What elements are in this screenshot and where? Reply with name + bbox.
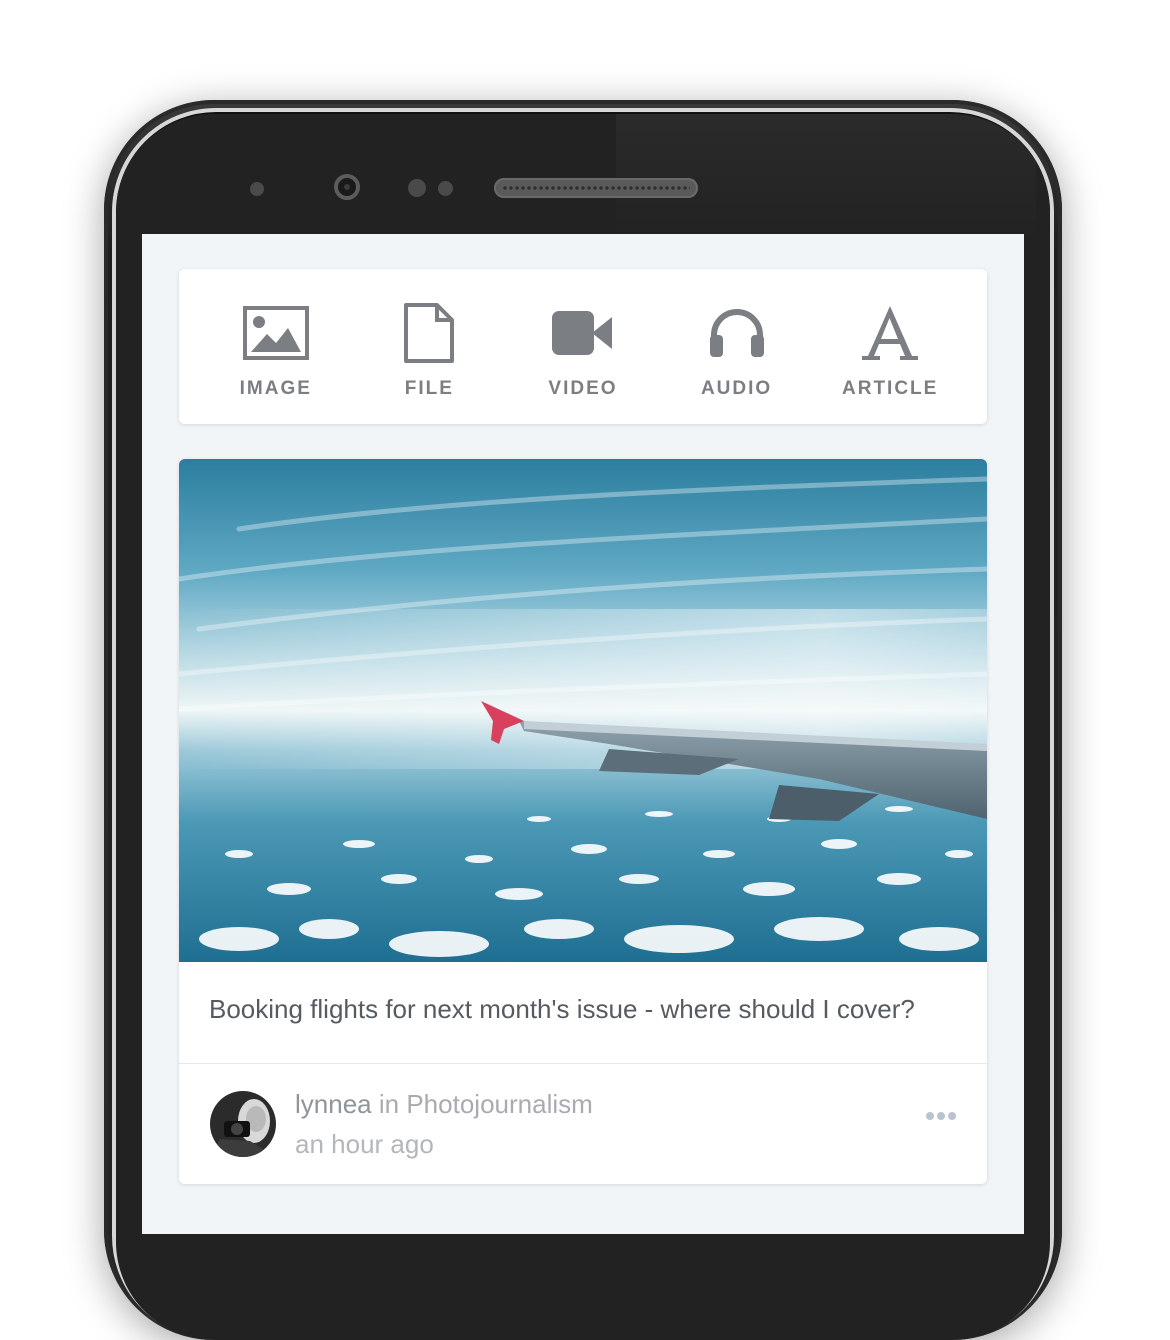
proximity-sensor [250,182,264,196]
video-label: VIDEO [548,378,618,399]
earpiece-speaker [494,178,698,198]
post-attribution: lynnea in Photojournalism [295,1089,593,1120]
app-screen: IMAGE FILE VIDEO AUDIO ARTICLE Booking f… [142,234,1024,1234]
image-icon [242,302,309,364]
more-dots-icon[interactable] [924,1109,958,1123]
audio-post-button[interactable]: AUDIO [667,269,807,400]
file-icon [403,302,455,364]
post-card[interactable]: Booking flights for next month's issue -… [179,459,987,1184]
post-timestamp: an hour ago [295,1129,434,1159]
article-label: ARTICLE [842,378,939,399]
article-post-button[interactable]: ARTICLE [820,269,960,400]
post-photo[interactable] [179,459,987,962]
community-link[interactable]: Photojournalism [406,1089,592,1119]
article-letter-a-icon [860,302,920,364]
image-post-button[interactable]: IMAGE [206,269,346,400]
video-post-button[interactable]: VIDEO [513,269,653,400]
light-sensor-2 [438,181,453,196]
author-avatar[interactable] [210,1091,276,1157]
video-camera-icon [551,302,614,364]
file-label: FILE [404,378,454,399]
light-sensor-1 [408,179,426,197]
author-name[interactable]: lynnea [295,1089,372,1119]
post-caption: Booking flights for next month's issue -… [209,994,915,1024]
file-post-button[interactable]: FILE [359,269,499,400]
in-word: in [378,1089,400,1119]
audio-label: AUDIO [700,378,773,399]
headphones-icon [708,302,766,364]
post-type-toolbar: IMAGE FILE VIDEO AUDIO ARTICLE [179,269,987,424]
image-label: IMAGE [239,378,312,399]
front-camera [334,174,360,200]
post-divider [179,1063,987,1064]
